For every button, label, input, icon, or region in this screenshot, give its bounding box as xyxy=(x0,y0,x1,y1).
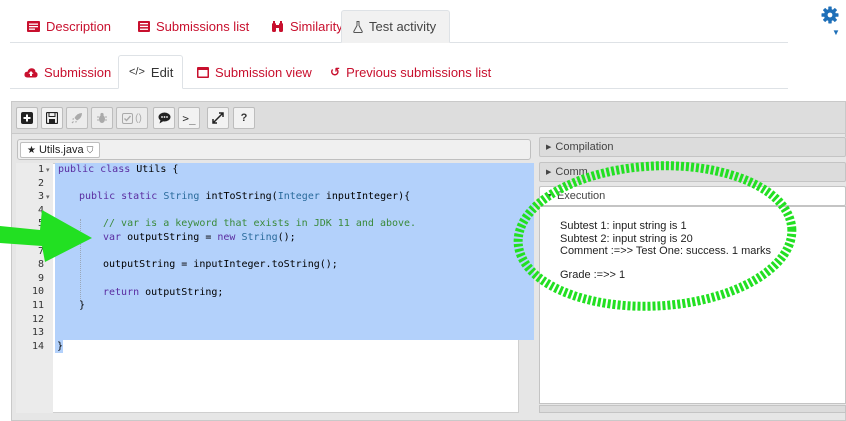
green-arrow-icon xyxy=(0,210,92,262)
green-circle-annotation xyxy=(513,161,797,311)
annotation-overlay xyxy=(0,161,797,311)
